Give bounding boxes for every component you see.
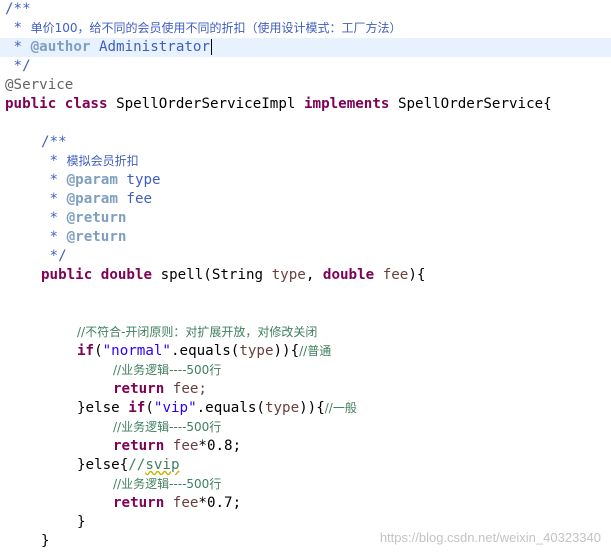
keyword-if: if bbox=[128, 400, 146, 416]
javadoc-prefix: * bbox=[5, 39, 31, 55]
code-line-21: return fee; bbox=[113, 380, 207, 399]
code-line-25: }else{//svip bbox=[77, 456, 180, 475]
else-brace: }else bbox=[77, 400, 120, 416]
param-tag: @param bbox=[66, 191, 118, 207]
keyword-class: class bbox=[64, 96, 108, 112]
code-line-29: } bbox=[41, 532, 50, 551]
code-line-22: }else if("vip".equals(type)){//一般 bbox=[77, 400, 357, 416]
string-vip: "vip" bbox=[153, 400, 197, 416]
param-type: type bbox=[239, 343, 274, 359]
else-brace: }else{ bbox=[77, 457, 129, 473]
string-normal: "normal" bbox=[102, 343, 171, 359]
code-line-13: * @return bbox=[41, 229, 127, 245]
code-line-5: @Service bbox=[5, 76, 73, 95]
return-tag: @return bbox=[66, 229, 127, 245]
keyword-public: public bbox=[41, 267, 93, 283]
equals-call: .equals( bbox=[170, 343, 240, 359]
watermark: https://blog.csdn.net/weixin_40323340 bbox=[379, 530, 601, 545]
return-svip-tail: *0.7; bbox=[198, 495, 242, 511]
param-name-type: type bbox=[126, 172, 161, 188]
comment-ocp: //不符合-开闭原则：对扩展开放，对修改关闭 bbox=[77, 325, 318, 339]
code-line-12: * @return bbox=[41, 210, 127, 226]
author-tag: @author bbox=[30, 39, 91, 55]
return-fee: fee; bbox=[172, 381, 207, 397]
service-annotation: @Service bbox=[5, 77, 74, 93]
comment-svip-word: svip bbox=[145, 457, 180, 473]
comment-svip-prefix: // bbox=[128, 457, 146, 473]
equals-call: .equals( bbox=[196, 400, 265, 416]
keyword-implements: implements bbox=[303, 96, 390, 112]
keyword-public: public bbox=[5, 96, 57, 112]
code-line-14: */ bbox=[41, 247, 67, 266]
code-line-20: //业务逻辑----500行 bbox=[113, 361, 221, 380]
code-line-26: //业务逻辑----500行 bbox=[113, 475, 221, 494]
keyword-if: if bbox=[77, 343, 95, 359]
code-line-10: * @param type bbox=[41, 172, 161, 188]
code-line-4: */ bbox=[5, 57, 31, 76]
keyword-double: double bbox=[100, 267, 153, 283]
keyword-return: return bbox=[113, 495, 165, 511]
interface-name: SpellOrderService{ bbox=[397, 96, 552, 112]
comment-general: //一般 bbox=[324, 401, 357, 415]
method-doc-close: */ bbox=[49, 248, 67, 264]
class-name: SpellOrderServiceImpl bbox=[116, 96, 296, 112]
code-line-27: return fee*0.7; bbox=[113, 494, 241, 513]
param-fee: fee bbox=[382, 267, 409, 283]
param-fee: fee bbox=[172, 495, 199, 511]
param-type: type bbox=[264, 400, 300, 416]
code-line-23: //业务逻辑----500行 bbox=[113, 418, 221, 437]
javadoc-open: /** bbox=[5, 1, 31, 17]
method-name: spell(String bbox=[160, 267, 264, 283]
code-line-9: * 模拟会员折扣 bbox=[41, 153, 139, 169]
if-close: )){ bbox=[299, 400, 325, 416]
param-fee: fee bbox=[172, 438, 199, 454]
comment-business: //业务逻辑----500行 bbox=[113, 420, 222, 434]
if-close-brace: } bbox=[77, 514, 86, 530]
code-editor[interactable]: /** * 单价100，给不同的会员使用不同的折扣（使用设计模式：工厂方法） *… bbox=[0, 0, 611, 557]
if-close: )){ bbox=[273, 343, 300, 359]
comment-business: //业务逻辑----500行 bbox=[113, 477, 222, 491]
method-doc-open: /** bbox=[41, 134, 67, 150]
javadoc-prefix: * bbox=[5, 20, 31, 36]
method-close-brace: } bbox=[41, 533, 50, 549]
code-line-15: public double spell(String type, double … bbox=[41, 267, 426, 283]
method-doc-text: 模拟会员折扣 bbox=[66, 154, 139, 168]
javadoc-close: */ bbox=[5, 58, 31, 74]
code-line-28: } bbox=[77, 513, 86, 532]
param-type: type bbox=[271, 267, 306, 283]
class-doc-text: 单价100，给不同的会员使用不同的折扣（使用设计模式：工厂方法） bbox=[30, 21, 402, 35]
keyword-return: return bbox=[113, 438, 165, 454]
return-tag: @return bbox=[66, 210, 127, 226]
keyword-double: double bbox=[322, 267, 375, 283]
comment-business: //业务逻辑----500行 bbox=[113, 363, 222, 377]
code-line-1: /** bbox=[5, 0, 31, 19]
keyword-return: return bbox=[113, 381, 165, 397]
code-line-18: //不符合-开闭原则：对扩展开放，对修改关闭 bbox=[77, 323, 317, 342]
return-vip-tail: *0.8; bbox=[198, 438, 242, 454]
author-name: Administrator bbox=[98, 39, 211, 55]
code-line-11: * @param fee bbox=[41, 191, 153, 207]
text-caret bbox=[211, 39, 213, 55]
param-tag: @param bbox=[66, 172, 118, 188]
comment-normal: //普通 bbox=[299, 344, 332, 358]
code-line-24: return fee*0.8; bbox=[113, 437, 241, 456]
code-line-8: /** bbox=[41, 133, 67, 152]
code-line-2: * 单价100，给不同的会员使用不同的折扣（使用设计模式：工厂方法） bbox=[5, 19, 402, 38]
param-name-fee: fee bbox=[126, 191, 153, 207]
code-line-3: * @author Administrator bbox=[5, 38, 213, 57]
code-line-19: if("normal".equals(type)){//普通 bbox=[77, 343, 332, 359]
method-open-brace: ){ bbox=[408, 267, 426, 283]
code-line-6: public class SpellOrderServiceImpl imple… bbox=[5, 95, 552, 114]
